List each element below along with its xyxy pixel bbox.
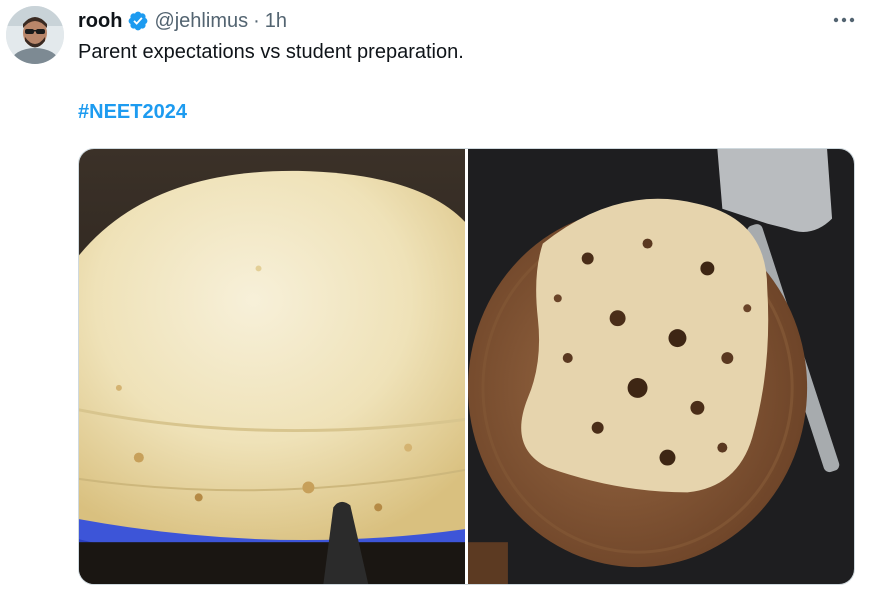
avatar[interactable] [6,6,64,64]
hashtag-link[interactable]: #NEET2024 [78,101,187,124]
more-horizontal-icon [833,17,855,23]
media-grid [78,148,855,585]
author-handle[interactable]: @jehlimus [154,10,248,33]
tweet-timestamp[interactable]: 1h [265,10,287,33]
tweet-text: Parent expectations vs student preparati… [78,41,464,63]
separator-dot: · [253,9,260,32]
avatar-image [6,6,64,64]
tweet-card[interactable]: rooh @jehlimus · 1h Parent expectations … [0,0,887,591]
tweet-header: rooh @jehlimus · 1h [78,8,287,34]
more-options-button[interactable] [831,9,857,31]
puffed-roti-photo [79,149,465,584]
verified-badge-icon[interactable] [127,10,149,32]
media-image-puffed-roti[interactable] [79,149,465,584]
flat-roti-photo [468,149,854,584]
media-image-flat-roti[interactable] [468,149,854,584]
author-display-name[interactable]: rooh [78,10,122,33]
